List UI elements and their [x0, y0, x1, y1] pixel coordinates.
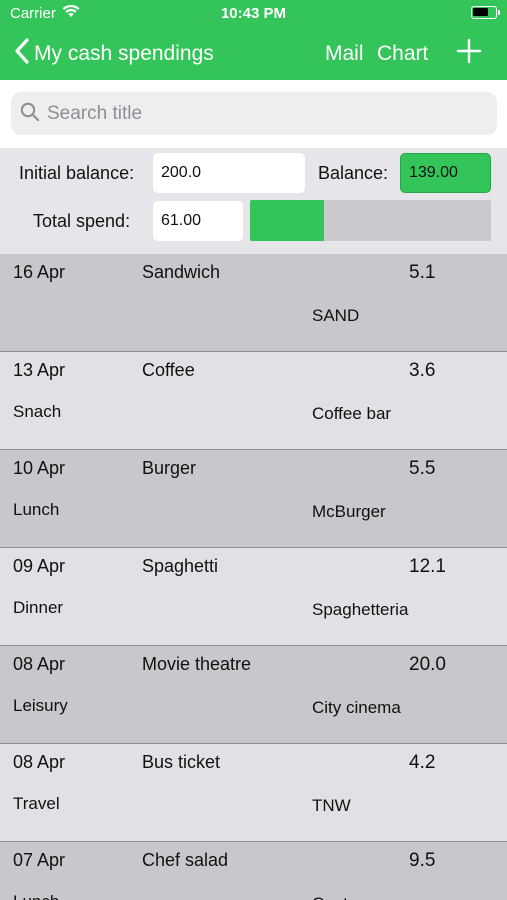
- entry-place: Canteen: [312, 894, 376, 900]
- initial-balance-label: Initial balance:: [19, 163, 135, 183]
- entry-amount: 9.5: [409, 850, 436, 871]
- plus-icon: [456, 38, 482, 64]
- entry-category: Lunch: [13, 500, 60, 519]
- back-button[interactable]: My cash spendings: [14, 38, 214, 70]
- entry-date: 10 Apr: [13, 458, 66, 478]
- entry-date: 08 Apr: [13, 654, 66, 674]
- total-spend-label: Total spend:: [33, 211, 131, 231]
- entry-place: Spaghetteria: [312, 600, 409, 619]
- entry-category: Travel: [13, 794, 60, 813]
- spending-list: 16 Apr Sandwich 5.1 SAND 13 Apr Coffee 3.6 Snac…: [0, 254, 507, 900]
- entry-category: Snach: [13, 402, 62, 421]
- entry-date: 07 Apr: [13, 850, 66, 870]
- chevron-left-icon: [14, 38, 34, 70]
- spend-progress-fill: [250, 200, 324, 241]
- list-item[interactable]: 16 Apr Sandwich 5.1 SAND: [0, 254, 507, 352]
- back-button-label: My cash spendings: [34, 42, 214, 65]
- entry-place: City cinema: [312, 698, 401, 717]
- entry-amount: 3.6: [409, 360, 436, 381]
- entry-title: Coffee: [142, 360, 195, 380]
- status-time: 10:43 PM: [220, 5, 287, 22]
- entry-date: 13 Apr: [13, 360, 66, 380]
- list-item[interactable]: 07 Apr Chef salad 9.5 Lunch Canteen: [0, 842, 507, 900]
- entry-amount: 5.1: [409, 262, 436, 283]
- entry-title: Bus ticket: [142, 752, 221, 772]
- search-icon: [20, 102, 40, 127]
- entry-title: Burger: [142, 458, 197, 478]
- summary-panel: Initial balance: 200.0 Balance: 139.00 T…: [0, 148, 507, 254]
- entry-place: Coffee bar: [312, 404, 392, 423]
- entry-amount: 4.2: [409, 752, 436, 773]
- total-spend-value: 61.00: [153, 201, 243, 241]
- balance-label: Balance:: [318, 163, 389, 183]
- initial-balance-field[interactable]: 200.0: [153, 153, 305, 193]
- entry-title: Chef salad: [142, 850, 229, 870]
- entry-date: 16 Apr: [13, 262, 66, 282]
- entry-amount: 20.0: [409, 654, 446, 675]
- navigation-bar: My cash spendings Mail Chart: [0, 28, 507, 80]
- entry-category: Lunch: [13, 892, 59, 900]
- entry-place: TNW: [312, 796, 351, 815]
- entry-amount: 5.5: [409, 458, 436, 479]
- list-item[interactable]: 08 Apr Bus ticket 4.2 Travel TNW: [0, 744, 507, 842]
- list-item[interactable]: 09 Apr Spaghetti 12.1 Dinner Spaghetteria: [0, 548, 507, 646]
- entry-date: 08 Apr: [13, 752, 66, 772]
- add-button[interactable]: [455, 37, 483, 65]
- search-input[interactable]: [47, 99, 477, 129]
- entry-category: Leisury: [13, 696, 68, 715]
- balance-value: 139.00: [400, 153, 491, 193]
- entry-place: McBurger: [312, 502, 386, 521]
- search-area: [0, 80, 507, 148]
- battery-icon: [471, 6, 500, 19]
- status-bar: Carrier 10:43 PM: [0, 0, 507, 28]
- entry-title: Spaghetti: [142, 556, 219, 576]
- entry-title: Movie theatre: [142, 654, 252, 674]
- spend-progress-bar: [250, 200, 491, 241]
- list-item[interactable]: 13 Apr Coffee 3.6 Snach Coffee bar: [0, 352, 507, 450]
- mail-button[interactable]: Mail: [325, 42, 364, 66]
- entry-date: 09 Apr: [13, 556, 66, 576]
- list-item[interactable]: 08 Apr Movie theatre 20.0 Leisury City cinem…: [0, 646, 507, 744]
- entry-amount: 12.1: [409, 556, 446, 577]
- list-item[interactable]: 10 Apr Burger 5.5 Lunch McBurger: [0, 450, 507, 548]
- entry-place: SAND: [312, 306, 360, 325]
- entry-category: Dinner: [13, 598, 64, 617]
- app-header: Carrier 10:43 PM My cash spendings Mail …: [0, 0, 507, 80]
- entry-title: Sandwich: [142, 262, 221, 282]
- chart-button[interactable]: Chart: [377, 42, 428, 66]
